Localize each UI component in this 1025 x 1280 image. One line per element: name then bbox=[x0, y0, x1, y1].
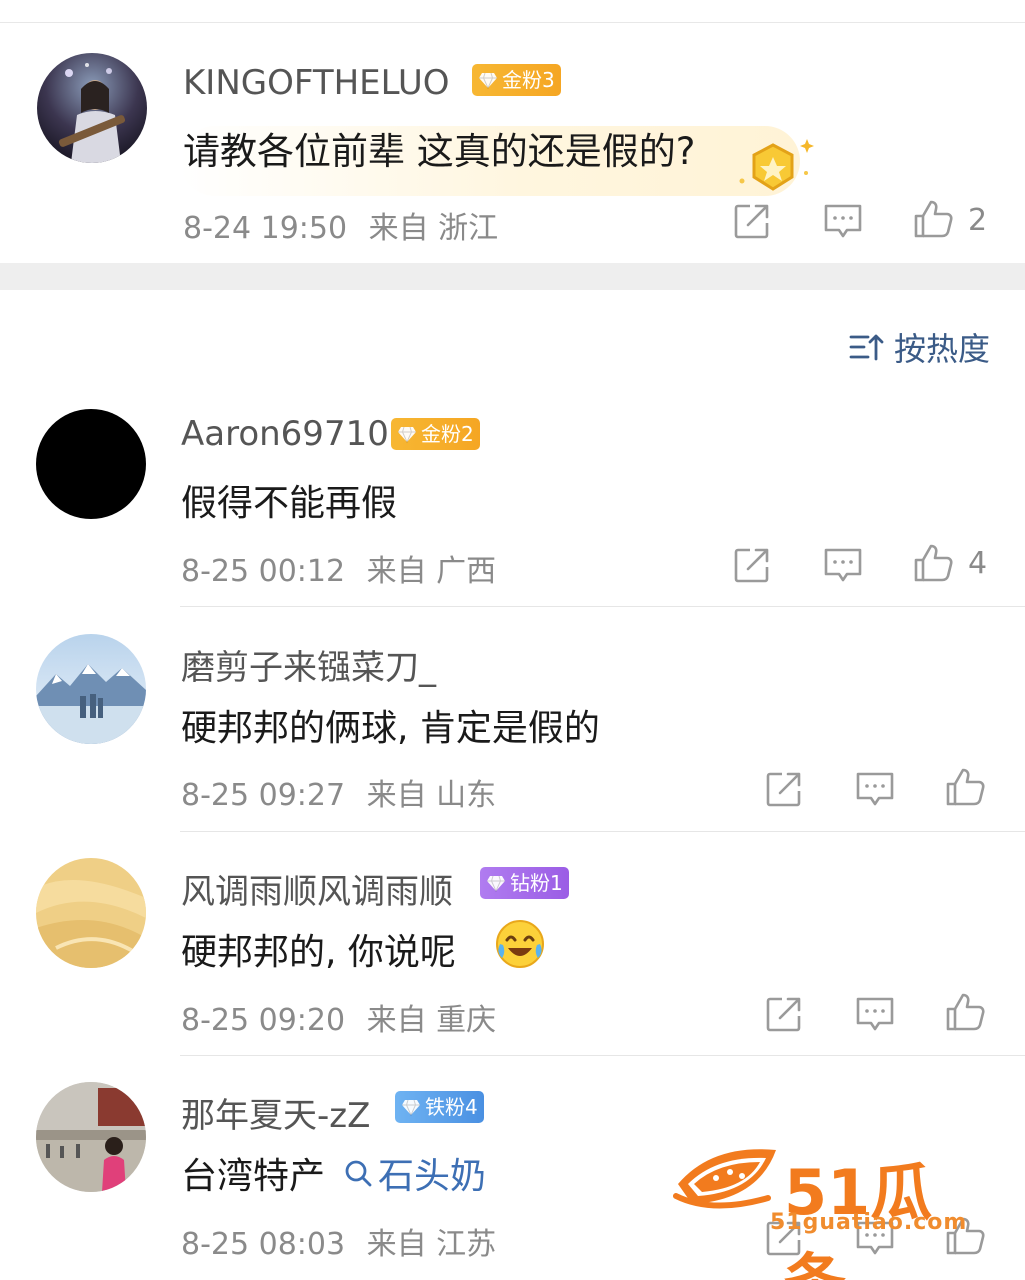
sort-icon bbox=[849, 334, 884, 361]
comment-button[interactable] bbox=[853, 767, 897, 811]
search-topic-link[interactable]: 石头奶 bbox=[342, 1147, 486, 1199]
repost-button[interactable] bbox=[730, 543, 774, 587]
sort-button[interactable]: 按热度 bbox=[848, 325, 990, 369]
comment-source-prefix: 来自 bbox=[366, 1227, 427, 1262]
comment-username[interactable]: Aaron69710 bbox=[181, 414, 389, 454]
post-meta: 8-24 19:50 来自 浙江 bbox=[183, 203, 498, 247]
gem-icon bbox=[397, 424, 417, 444]
repost-button[interactable] bbox=[730, 199, 774, 243]
comment-time: 8-25 09:27 bbox=[181, 778, 346, 813]
fan-badge[interactable]: 铁粉4 bbox=[395, 1091, 484, 1123]
watermark: 51瓜条 51guatiao.com bbox=[672, 1140, 992, 1280]
post-location: 浙江 bbox=[438, 211, 499, 246]
search-topic-label: 石头奶 bbox=[378, 1156, 487, 1197]
thumbs-up-icon bbox=[943, 765, 987, 809]
fan-badge[interactable]: 金粉2 bbox=[391, 418, 480, 450]
section-separator bbox=[0, 263, 1025, 290]
post-username[interactable]: KINGOFTHELUO bbox=[183, 63, 450, 103]
gem-icon bbox=[478, 70, 498, 90]
search-icon bbox=[345, 1160, 372, 1187]
comment-time: 8-25 00:12 bbox=[181, 554, 346, 589]
comment-text: 假得不能再假 bbox=[181, 483, 398, 524]
post-source-prefix: 来自 bbox=[368, 211, 429, 246]
thumbs-up-icon bbox=[911, 197, 955, 241]
comment-meta: 8-25 08:03 来自 江苏 bbox=[181, 1219, 496, 1263]
comment-text: 硬邦邦的, 你说呢 bbox=[181, 932, 456, 973]
comment-button[interactable] bbox=[821, 543, 865, 587]
like-button[interactable] bbox=[943, 765, 987, 809]
fan-badge-label: 钻粉1 bbox=[510, 871, 563, 895]
comment-time: 8-25 08:03 bbox=[181, 1227, 346, 1262]
comment-source-prefix: 来自 bbox=[366, 1003, 427, 1038]
comment-button[interactable] bbox=[853, 992, 897, 1036]
fan-badge[interactable]: 金粉3 bbox=[472, 64, 561, 96]
thumbs-up-icon bbox=[911, 541, 955, 585]
repost-button[interactable] bbox=[762, 767, 806, 811]
repost-icon bbox=[762, 992, 806, 1036]
comment-text: 台湾特产 bbox=[181, 1147, 325, 1199]
comment-source-prefix: 来自 bbox=[366, 778, 427, 813]
like-count: 4 bbox=[968, 546, 988, 581]
thumbs-up-icon bbox=[943, 990, 987, 1034]
laugh-cry-emoji-icon bbox=[496, 920, 544, 968]
comment-icon bbox=[821, 199, 865, 243]
comment-meta: 8-25 09:27 来自 山东 bbox=[181, 770, 496, 814]
avatar[interactable] bbox=[36, 634, 146, 744]
comment-text-content: 台湾特产 bbox=[181, 1156, 326, 1197]
divider bbox=[180, 1055, 1025, 1056]
comment-location: 广西 bbox=[436, 554, 497, 589]
watermelon-logo-icon bbox=[673, 1149, 776, 1209]
avatar[interactable] bbox=[37, 53, 147, 163]
avatar[interactable] bbox=[36, 858, 146, 968]
comment-location: 江苏 bbox=[436, 1227, 497, 1262]
comment-meta: 8-25 09:20 来自 重庆 bbox=[181, 995, 496, 1039]
gem-icon bbox=[401, 1097, 421, 1117]
like-button[interactable] bbox=[943, 990, 987, 1034]
comment-location: 山东 bbox=[436, 778, 497, 813]
gem-icon bbox=[486, 873, 506, 893]
comment-icon bbox=[853, 992, 897, 1036]
repost-icon bbox=[762, 767, 806, 811]
original-post: KINGOFTHELUO 金粉3 请教各位前辈 这真的还是假的? 8-24 19… bbox=[0, 23, 1025, 263]
gold-medal-icon bbox=[739, 139, 814, 191]
comment-text: 硬邦邦的俩球, 肯定是假的 bbox=[181, 708, 600, 749]
watermark-url: 51guatiao.com bbox=[770, 1210, 968, 1235]
like-button[interactable] bbox=[911, 541, 955, 585]
post-text: 请教各位前辈 这真的还是假的? bbox=[183, 130, 696, 173]
divider bbox=[180, 606, 1025, 607]
comment-meta: 8-25 00:12 来自 广西 bbox=[181, 546, 496, 590]
comment-source-prefix: 来自 bbox=[366, 554, 427, 589]
comment-username[interactable]: 风调雨顺风调雨顺 bbox=[181, 864, 453, 913]
post-time: 8-24 19:50 bbox=[183, 211, 348, 246]
fan-badge-label: 铁粉4 bbox=[425, 1095, 478, 1119]
comment-username[interactable]: 磨剪子来镪菜刀_ bbox=[181, 640, 436, 689]
fan-badge[interactable]: 钻粉1 bbox=[480, 867, 569, 899]
sort-label: 按热度 bbox=[894, 330, 991, 368]
comment-location: 重庆 bbox=[436, 1003, 497, 1038]
comment-icon bbox=[821, 543, 865, 587]
comment-username[interactable]: 那年夏天-zZ bbox=[181, 1088, 370, 1137]
comment-icon bbox=[853, 767, 897, 811]
divider bbox=[180, 831, 1025, 832]
fan-badge-label: 金粉2 bbox=[421, 422, 474, 446]
repost-icon bbox=[730, 543, 774, 587]
fan-badge-label: 金粉3 bbox=[502, 68, 555, 92]
avatar[interactable] bbox=[36, 409, 146, 519]
repost-icon bbox=[730, 199, 774, 243]
avatar[interactable] bbox=[36, 1082, 146, 1192]
repost-button[interactable] bbox=[762, 992, 806, 1036]
comment-time: 8-25 09:20 bbox=[181, 1003, 346, 1038]
like-button[interactable] bbox=[911, 197, 955, 241]
like-count: 2 bbox=[968, 203, 988, 238]
comment-button[interactable] bbox=[821, 199, 865, 243]
